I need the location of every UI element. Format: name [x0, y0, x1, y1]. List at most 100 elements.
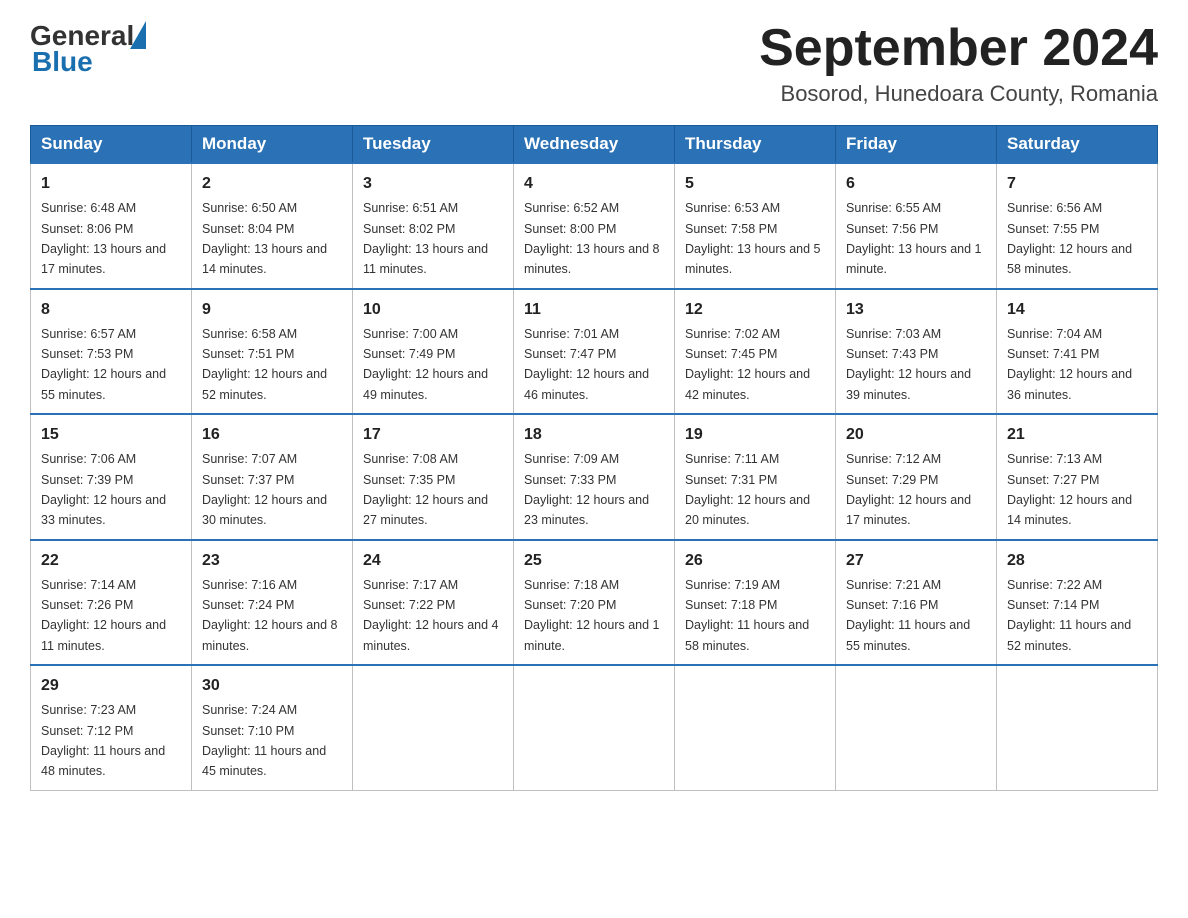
table-row: 17 Sunrise: 7:08 AMSunset: 7:35 PMDaylig… — [353, 414, 514, 540]
day-number: 15 — [41, 423, 181, 447]
day-info: Sunrise: 7:12 AMSunset: 7:29 PMDaylight:… — [846, 452, 971, 527]
day-number: 5 — [685, 172, 825, 196]
day-info: Sunrise: 6:55 AMSunset: 7:56 PMDaylight:… — [846, 201, 982, 276]
day-info: Sunrise: 6:50 AMSunset: 8:04 PMDaylight:… — [202, 201, 327, 276]
table-row: 22 Sunrise: 7:14 AMSunset: 7:26 PMDaylig… — [31, 540, 192, 666]
day-number: 3 — [363, 172, 503, 196]
calendar-week-row: 1 Sunrise: 6:48 AMSunset: 8:06 PMDayligh… — [31, 163, 1158, 289]
day-info: Sunrise: 7:24 AMSunset: 7:10 PMDaylight:… — [202, 703, 326, 778]
day-info: Sunrise: 6:58 AMSunset: 7:51 PMDaylight:… — [202, 327, 327, 402]
day-number: 19 — [685, 423, 825, 447]
day-info: Sunrise: 7:04 AMSunset: 7:41 PMDaylight:… — [1007, 327, 1132, 402]
table-row: 13 Sunrise: 7:03 AMSunset: 7:43 PMDaylig… — [836, 289, 997, 415]
table-row: 30 Sunrise: 7:24 AMSunset: 7:10 PMDaylig… — [192, 665, 353, 790]
table-row: 11 Sunrise: 7:01 AMSunset: 7:47 PMDaylig… — [514, 289, 675, 415]
day-number: 6 — [846, 172, 986, 196]
day-number: 13 — [846, 298, 986, 322]
table-row — [514, 665, 675, 790]
table-row: 28 Sunrise: 7:22 AMSunset: 7:14 PMDaylig… — [997, 540, 1158, 666]
page-header: General Blue September 2024 Bosorod, Hun… — [30, 20, 1158, 107]
col-wednesday: Wednesday — [514, 126, 675, 164]
table-row: 19 Sunrise: 7:11 AMSunset: 7:31 PMDaylig… — [675, 414, 836, 540]
col-friday: Friday — [836, 126, 997, 164]
day-number: 1 — [41, 172, 181, 196]
table-row: 4 Sunrise: 6:52 AMSunset: 8:00 PMDayligh… — [514, 163, 675, 289]
day-number: 20 — [846, 423, 986, 447]
day-number: 14 — [1007, 298, 1147, 322]
day-info: Sunrise: 7:08 AMSunset: 7:35 PMDaylight:… — [363, 452, 488, 527]
day-info: Sunrise: 7:13 AMSunset: 7:27 PMDaylight:… — [1007, 452, 1132, 527]
day-info: Sunrise: 6:51 AMSunset: 8:02 PMDaylight:… — [363, 201, 488, 276]
day-number: 8 — [41, 298, 181, 322]
day-number: 22 — [41, 549, 181, 573]
table-row: 9 Sunrise: 6:58 AMSunset: 7:51 PMDayligh… — [192, 289, 353, 415]
table-row: 14 Sunrise: 7:04 AMSunset: 7:41 PMDaylig… — [997, 289, 1158, 415]
table-row — [836, 665, 997, 790]
table-row: 18 Sunrise: 7:09 AMSunset: 7:33 PMDaylig… — [514, 414, 675, 540]
day-info: Sunrise: 7:02 AMSunset: 7:45 PMDaylight:… — [685, 327, 810, 402]
table-row: 16 Sunrise: 7:07 AMSunset: 7:37 PMDaylig… — [192, 414, 353, 540]
table-row: 3 Sunrise: 6:51 AMSunset: 8:02 PMDayligh… — [353, 163, 514, 289]
day-number: 11 — [524, 298, 664, 322]
day-info: Sunrise: 7:21 AMSunset: 7:16 PMDaylight:… — [846, 578, 970, 653]
table-row: 1 Sunrise: 6:48 AMSunset: 8:06 PMDayligh… — [31, 163, 192, 289]
day-number: 4 — [524, 172, 664, 196]
col-sunday: Sunday — [31, 126, 192, 164]
day-number: 21 — [1007, 423, 1147, 447]
logo-blue-text: Blue — [32, 46, 93, 78]
day-info: Sunrise: 7:00 AMSunset: 7:49 PMDaylight:… — [363, 327, 488, 402]
table-row: 21 Sunrise: 7:13 AMSunset: 7:27 PMDaylig… — [997, 414, 1158, 540]
calendar-week-row: 8 Sunrise: 6:57 AMSunset: 7:53 PMDayligh… — [31, 289, 1158, 415]
logo-triangle-icon — [130, 21, 146, 49]
table-row: 10 Sunrise: 7:00 AMSunset: 7:49 PMDaylig… — [353, 289, 514, 415]
location-subtitle: Bosorod, Hunedoara County, Romania — [759, 81, 1158, 107]
table-row: 23 Sunrise: 7:16 AMSunset: 7:24 PMDaylig… — [192, 540, 353, 666]
day-number: 7 — [1007, 172, 1147, 196]
calendar-week-row: 22 Sunrise: 7:14 AMSunset: 7:26 PMDaylig… — [31, 540, 1158, 666]
day-number: 16 — [202, 423, 342, 447]
calendar-header-row: Sunday Monday Tuesday Wednesday Thursday… — [31, 126, 1158, 164]
day-info: Sunrise: 7:14 AMSunset: 7:26 PMDaylight:… — [41, 578, 166, 653]
table-row: 25 Sunrise: 7:18 AMSunset: 7:20 PMDaylig… — [514, 540, 675, 666]
day-number: 10 — [363, 298, 503, 322]
day-number: 2 — [202, 172, 342, 196]
table-row: 2 Sunrise: 6:50 AMSunset: 8:04 PMDayligh… — [192, 163, 353, 289]
day-info: Sunrise: 6:53 AMSunset: 7:58 PMDaylight:… — [685, 201, 821, 276]
day-info: Sunrise: 6:56 AMSunset: 7:55 PMDaylight:… — [1007, 201, 1132, 276]
day-info: Sunrise: 7:01 AMSunset: 7:47 PMDaylight:… — [524, 327, 649, 402]
table-row: 15 Sunrise: 7:06 AMSunset: 7:39 PMDaylig… — [31, 414, 192, 540]
day-number: 25 — [524, 549, 664, 573]
day-number: 9 — [202, 298, 342, 322]
month-year-title: September 2024 — [759, 20, 1158, 77]
calendar-table: Sunday Monday Tuesday Wednesday Thursday… — [30, 125, 1158, 791]
day-number: 17 — [363, 423, 503, 447]
table-row — [675, 665, 836, 790]
day-number: 24 — [363, 549, 503, 573]
day-info: Sunrise: 7:23 AMSunset: 7:12 PMDaylight:… — [41, 703, 165, 778]
day-info: Sunrise: 7:22 AMSunset: 7:14 PMDaylight:… — [1007, 578, 1131, 653]
day-number: 27 — [846, 549, 986, 573]
table-row: 5 Sunrise: 6:53 AMSunset: 7:58 PMDayligh… — [675, 163, 836, 289]
table-row: 6 Sunrise: 6:55 AMSunset: 7:56 PMDayligh… — [836, 163, 997, 289]
day-number: 29 — [41, 674, 181, 698]
table-row: 12 Sunrise: 7:02 AMSunset: 7:45 PMDaylig… — [675, 289, 836, 415]
calendar-week-row: 15 Sunrise: 7:06 AMSunset: 7:39 PMDaylig… — [31, 414, 1158, 540]
day-info: Sunrise: 6:48 AMSunset: 8:06 PMDaylight:… — [41, 201, 166, 276]
day-info: Sunrise: 7:19 AMSunset: 7:18 PMDaylight:… — [685, 578, 809, 653]
day-info: Sunrise: 7:07 AMSunset: 7:37 PMDaylight:… — [202, 452, 327, 527]
day-info: Sunrise: 6:57 AMSunset: 7:53 PMDaylight:… — [41, 327, 166, 402]
col-monday: Monday — [192, 126, 353, 164]
table-row: 24 Sunrise: 7:17 AMSunset: 7:22 PMDaylig… — [353, 540, 514, 666]
day-info: Sunrise: 7:11 AMSunset: 7:31 PMDaylight:… — [685, 452, 810, 527]
day-number: 12 — [685, 298, 825, 322]
table-row: 29 Sunrise: 7:23 AMSunset: 7:12 PMDaylig… — [31, 665, 192, 790]
col-thursday: Thursday — [675, 126, 836, 164]
col-saturday: Saturday — [997, 126, 1158, 164]
day-info: Sunrise: 7:09 AMSunset: 7:33 PMDaylight:… — [524, 452, 649, 527]
logo: General Blue — [30, 20, 146, 78]
day-number: 18 — [524, 423, 664, 447]
table-row: 27 Sunrise: 7:21 AMSunset: 7:16 PMDaylig… — [836, 540, 997, 666]
day-info: Sunrise: 7:18 AMSunset: 7:20 PMDaylight:… — [524, 578, 660, 653]
table-row: 26 Sunrise: 7:19 AMSunset: 7:18 PMDaylig… — [675, 540, 836, 666]
col-tuesday: Tuesday — [353, 126, 514, 164]
